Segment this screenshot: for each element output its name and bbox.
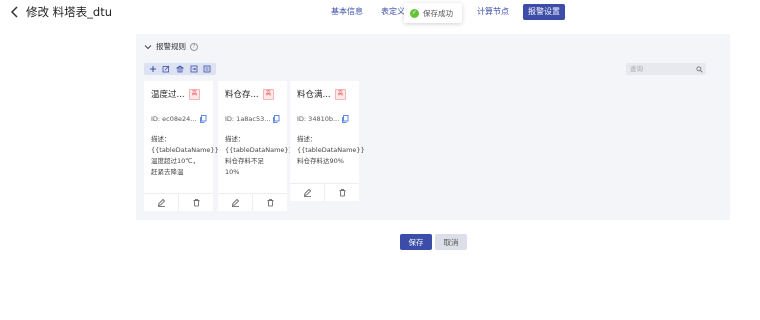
desc-line: {{tableDataName}}	[225, 146, 293, 154]
panel-title: 报警规则	[156, 42, 186, 51]
check-circle-icon: ✓	[410, 8, 419, 18]
search-button[interactable]	[692, 63, 706, 75]
save-button[interactable]: 保存	[400, 234, 432, 250]
success-toast: ✓ 保存成功	[404, 3, 462, 23]
export-button[interactable]	[202, 64, 212, 74]
trash-icon	[193, 199, 199, 207]
desc-line: 描述：	[225, 135, 245, 143]
copy-icon[interactable]	[273, 115, 280, 123]
export-icon	[203, 65, 211, 73]
desc-line: 描述：	[151, 135, 171, 143]
desc-line: 描述：	[297, 135, 317, 143]
tab-compute-nodes[interactable]: 计算节点	[477, 4, 509, 20]
card-actions	[218, 193, 287, 211]
chevron-down-icon[interactable]	[144, 43, 152, 51]
alarm-card[interactable]: 温度过... 高 ID: ec08e24... 描述： {{tableDataN…	[144, 81, 219, 211]
bank-icon	[175, 65, 184, 73]
search-icon	[695, 65, 703, 73]
bank-button[interactable]	[175, 64, 185, 74]
card-id: ID: 34810b...	[297, 115, 340, 123]
toolbar	[144, 63, 216, 75]
edit-button[interactable]	[161, 64, 171, 74]
toast-message: 保存成功	[423, 8, 453, 18]
card-title: 料仓满...	[297, 90, 331, 100]
card-actions	[144, 193, 213, 211]
desc-line: 料仓存料不足	[225, 157, 264, 165]
trash-icon	[339, 189, 345, 197]
card-description: 描述： {{tableDataName}} 料仓存料达90%	[297, 134, 365, 167]
pencil-icon	[303, 188, 311, 197]
import-icon	[190, 65, 197, 73]
desc-line: 赶紧去降温	[151, 168, 184, 176]
delete-card-button[interactable]	[324, 184, 359, 201]
edit-icon	[162, 65, 170, 73]
copy-icon[interactable]	[199, 115, 207, 123]
pencil-icon	[157, 198, 165, 207]
level-badge: 高	[188, 88, 201, 100]
cancel-button[interactable]: 取消	[435, 234, 467, 250]
page-title: 修改 料塔表_dtu	[26, 5, 113, 19]
delete-card-button[interactable]	[252, 194, 287, 211]
desc-line: 10%	[225, 168, 240, 176]
alarm-card[interactable]: 料仓满... 高 ID: 34810b... 描述： {{tableDataNa…	[290, 81, 365, 201]
chevron-left-icon[interactable]	[8, 5, 22, 19]
trash-icon	[267, 199, 273, 207]
delete-card-button[interactable]	[178, 194, 213, 211]
desc-line: 温度超过10℃，	[151, 157, 200, 165]
card-actions	[290, 183, 359, 201]
desc-line: {{tableDataName}}	[297, 146, 365, 154]
desc-line: {{tableDataName}}	[151, 146, 219, 154]
tab-alarm-settings[interactable]: 报警设置	[523, 4, 565, 20]
copy-icon[interactable]	[342, 115, 349, 123]
import-button[interactable]	[189, 64, 199, 74]
edit-card-button[interactable]	[290, 184, 324, 201]
alarm-rules-panel: 报警规则 ? 温度过... 高 ID: ec08e24...	[136, 34, 730, 220]
pencil-icon	[231, 198, 239, 207]
card-title: 料仓存...	[225, 90, 259, 100]
card-title: 温度过...	[151, 90, 185, 100]
card-id: ID: ec08e24...	[151, 115, 197, 123]
card-description: 描述： {{tableDataName}} 温度超过10℃， 赶紧去降温	[151, 134, 219, 178]
tab-basic-info[interactable]: 基本信息	[331, 4, 363, 20]
edit-card-button[interactable]	[218, 194, 252, 211]
card-id: ID: 1a8ac53...	[225, 115, 271, 123]
tab-table-definition[interactable]: 表定义	[381, 4, 405, 20]
edit-card-button[interactable]	[144, 194, 178, 211]
alarm-card[interactable]: 料仓存... 高 ID: 1a8ac53... 描述： {{tableDataN…	[218, 81, 293, 211]
level-badge: 高	[334, 88, 347, 100]
plus-icon	[149, 66, 156, 72]
add-button[interactable]	[148, 64, 158, 74]
question-circle-icon[interactable]: ?	[190, 42, 198, 51]
level-badge: 高	[262, 88, 275, 100]
desc-line: 料仓存料达90%	[297, 157, 344, 165]
card-description: 描述： {{tableDataName}} 料仓存料不足 10%	[225, 134, 293, 178]
panel-header[interactable]: 报警规则 ?	[144, 41, 198, 52]
